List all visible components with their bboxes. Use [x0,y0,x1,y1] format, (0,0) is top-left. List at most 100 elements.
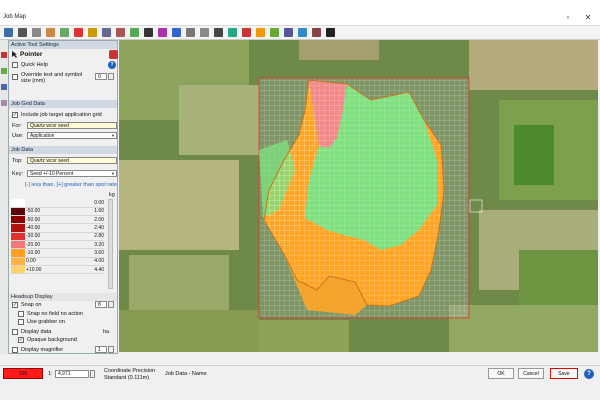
notes-icon[interactable] [1,84,7,90]
help-icon[interactable]: ? [108,61,116,69]
new-icon[interactable] [4,28,13,37]
edit-icon[interactable] [46,28,55,37]
line-icon[interactable] [200,28,209,37]
override-checkbox[interactable] [12,74,18,80]
legend-row[interactable]: -50.00 2.00 [11,215,105,225]
legend-row[interactable]: -30.00 2.80 [11,232,105,242]
for-input[interactable]: Quartz wcsr seed [27,122,117,129]
legend-row[interactable]: -40.00 2.40 [11,223,105,233]
layer-icon[interactable] [88,28,97,37]
erase-icon[interactable] [102,28,111,37]
ok-button[interactable]: OK [488,368,514,379]
cancel-button[interactable]: Cancel [518,368,544,379]
snap-no-action-checkbox[interactable] [18,311,24,317]
include-grid-label: Include job target application grid [21,112,102,118]
save-icon[interactable] [18,28,27,37]
image-icon[interactable] [130,28,139,37]
pointer-tool-icon[interactable] [1,52,7,58]
grid-select-icon[interactable] [172,28,181,37]
legend-swatch [11,223,25,233]
chart-icon[interactable] [256,28,265,37]
legend-swatch [11,240,25,250]
map-view[interactable] [119,40,598,352]
magnifier-stepper[interactable] [108,346,114,353]
left-tool-strip [0,40,8,354]
legend-percent: -40.00 [25,223,73,233]
legend-row[interactable]: 0.00 [11,199,105,208]
legend-row[interactable]: -10.00 3.60 [11,248,105,258]
legend-percent [25,199,73,208]
target-icon[interactable] [228,28,237,37]
title-bar: Job Map ▫ ✕ [0,10,600,26]
quick-help-checkbox[interactable] [12,62,18,68]
legend-value: 4.00 [72,257,105,266]
opaque-bg-label: Opaque background [27,337,77,343]
legend-scrollbar[interactable] [108,199,113,289]
legend-table: 0.00 -50.00 1.60 -50.00 2.00 -40.00 2.40 -30.00… [11,199,105,275]
polygon-icon[interactable] [312,28,321,37]
use-select-value: Application [30,133,55,139]
use-grabber-checkbox[interactable] [18,319,24,325]
save-button[interactable]: Save [550,368,578,379]
legend-row[interactable]: +10.00 4.40 [11,265,105,275]
snap-on-checkbox[interactable]: ✓ [12,302,18,308]
ring-icon[interactable] [158,28,167,37]
key-select[interactable]: Seed +/-10 Percent ▼ [27,170,117,177]
help-icon[interactable]: ? [584,369,594,379]
legend-row[interactable]: -50.00 1.60 [11,207,105,217]
info-icon[interactable] [1,100,7,106]
circle-icon[interactable] [144,28,153,37]
use-select[interactable]: Application ▼ [27,132,117,139]
use-label: Use: [12,133,24,139]
legend-row[interactable]: -20.00 3.20 [11,240,105,250]
point-icon[interactable] [270,28,279,37]
pointer-icon[interactable] [326,28,335,37]
wave-icon[interactable] [298,28,307,37]
use-grabber-label: Use grabber on [27,319,65,325]
legend-percent: -10.00 [25,248,73,258]
display-data-checkbox[interactable] [12,329,18,335]
lasso-icon[interactable] [284,28,293,37]
color-indicator[interactable]: 200 [3,368,43,379]
scale-stepper[interactable] [90,370,95,378]
tool-name: Pointer [20,51,43,58]
snap-stepper[interactable] [108,301,114,308]
unit-label: kg [109,192,115,198]
key-select-value: Seed +/-10 Percent [30,171,74,177]
override-size-input[interactable]: 0 [95,73,107,80]
coord-precision-value: Standard (0.111m) [104,375,150,381]
map-canvas[interactable] [119,40,598,352]
flag-icon[interactable] [242,28,251,37]
draw-icon[interactable] [186,28,195,37]
toolbar [0,26,600,40]
close-icon[interactable]: ✕ [581,12,595,24]
zoom-icon[interactable] [74,28,83,37]
tool-close-icon[interactable] [109,50,118,59]
include-grid-checkbox[interactable]: ✓ [12,112,18,118]
snap-on-label: Snap on [21,302,42,308]
for-label: For: [12,123,22,129]
legend-swatch [11,199,25,208]
override-stepper[interactable] [108,73,114,80]
opaque-bg-checkbox[interactable]: ✓ [18,337,24,343]
measure-icon[interactable] [116,28,125,37]
display-magnifier-checkbox[interactable] [12,347,18,353]
coord-precision-label: Coordinate Precision [104,368,156,374]
job-data-name: Job Data - Name [165,371,207,377]
hash-icon[interactable] [214,28,223,37]
magnifier-value-input[interactable]: 1 [95,346,107,353]
restore-icon[interactable]: ▫ [561,12,575,24]
legend-percent: 0.00 [25,257,73,266]
legend-row[interactable]: 0.00 4.00 [11,257,105,266]
scale-input[interactable]: 4,971 [55,370,89,378]
grid-icon[interactable] [60,28,69,37]
display-magnifier-label: Display magnifier [21,347,64,353]
layers-icon[interactable] [1,68,7,74]
legend-value: 2.40 [72,223,105,233]
legend-value: 3.60 [72,248,105,258]
override-label: Override text and symbol size (mm) [21,72,83,84]
snap-value-input[interactable]: 8 [95,301,107,308]
top-input[interactable]: Quartz wcsr seed [27,157,117,164]
key-label: Key: [12,171,24,177]
print-icon[interactable] [32,28,41,37]
